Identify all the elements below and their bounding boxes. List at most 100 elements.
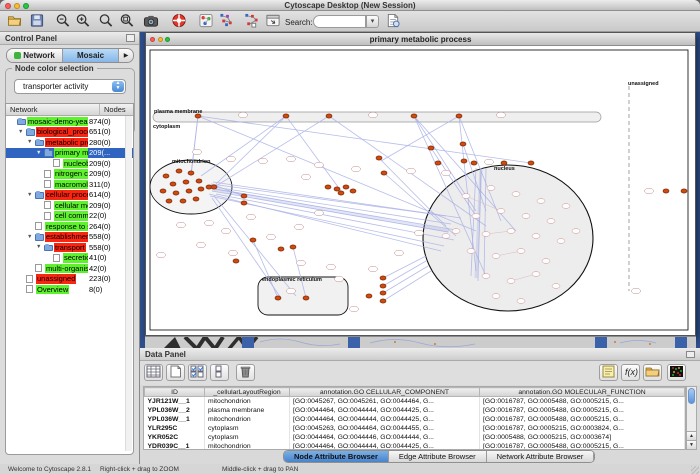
attribute-table[interactable]: ID_cellularLayoutRegionannotation.GO CEL… [143, 386, 686, 450]
table-row[interactable]: YKR052Ccytoplasm[GO:0044464, GO:0044446,… [145, 433, 685, 442]
delete-attribute-button[interactable] [236, 364, 255, 381]
search-input[interactable] [313, 15, 366, 28]
table-cell: plasma membrane [205, 406, 290, 415]
layout-nodes-button[interactable] [218, 13, 236, 30]
folder-icon [35, 192, 44, 199]
tab-network[interactable]: Network [7, 49, 63, 62]
background-windows-strip[interactable] [145, 336, 696, 348]
region-label-cytoplasm: cytoplasm [153, 124, 180, 130]
tree-header[interactable]: Network Nodes [6, 104, 133, 116]
snapshot-button[interactable] [142, 13, 160, 30]
network-window-title: primary metabolic process [146, 35, 695, 44]
expander-icon[interactable]: ▼ [36, 148, 41, 158]
formula-button[interactable]: f(x) [621, 364, 640, 381]
hide-attributes-button[interactable] [210, 364, 229, 381]
data-panel: Data Panel f(x) ID_cellularLayoutRegiona… [140, 348, 700, 464]
tree-scrollbar[interactable] [125, 116, 132, 451]
float-panel-icon[interactable] [686, 351, 695, 358]
scroll-down-icon[interactable]: ▼ [687, 440, 696, 449]
tree-row[interactable]: ▼biological_process651(0) [6, 127, 133, 138]
table-row[interactable]: YDR039C__1mitochondrion[GO:0044464, GO:0… [145, 442, 685, 451]
tree-row[interactable]: mosaic-demo-yeast874(0) [6, 116, 133, 127]
tree-node-label: primary metabo [54, 148, 88, 158]
tree-row[interactable]: multi-organism pro42(0) [6, 263, 133, 274]
tree-row[interactable]: ▼primary metabo209(... [6, 148, 133, 159]
tree-row[interactable]: ▼transport558(0) [6, 242, 133, 253]
window-titlebar[interactable]: Cytoscape Desktop (New Session) [0, 0, 700, 11]
network-canvas[interactable] [146, 46, 695, 335]
tab-mosaic[interactable]: Mosaic [63, 49, 119, 62]
table-cell: cytoplasm [205, 433, 290, 442]
zoom-fit-button[interactable] [118, 13, 136, 30]
matrix-view-button[interactable] [667, 364, 686, 381]
help-button[interactable] [170, 13, 188, 30]
expander-icon[interactable]: ▼ [27, 232, 32, 242]
tree-row[interactable]: nucleobase-209(0) [6, 158, 133, 169]
float-panel-icon[interactable] [126, 34, 135, 42]
vizmapper-button[interactable] [197, 13, 215, 30]
tab-network-attribute-browser[interactable]: Network Attribute Browser [487, 451, 595, 462]
annotation-notes-button[interactable] [599, 364, 618, 381]
import-table-button[interactable] [643, 364, 662, 381]
node-count: 280(0) [89, 138, 111, 148]
network-window-titlebar[interactable]: primary metabolic process [146, 33, 695, 46]
tree-row[interactable]: response to stimulu264(0) [6, 221, 133, 232]
tree-row[interactable]: nitrogen compo209(0) [6, 169, 133, 180]
table-row[interactable]: YJR121W__1mitochondrion[GO:0045267, GO:0… [145, 397, 685, 406]
import-attributes-button[interactable] [384, 13, 402, 30]
open-button[interactable] [6, 13, 24, 30]
tree-row[interactable]: ▼metabolic process280(0) [6, 137, 133, 148]
control-panel-header: Control Panel [0, 32, 139, 45]
zoom-in-button[interactable] [74, 13, 92, 30]
node-count: 651(0) [89, 127, 111, 137]
expander-icon[interactable]: ▼ [18, 127, 23, 137]
tree-row[interactable]: cell communicat22(0) [6, 211, 133, 222]
expander-icon[interactable]: ▼ [27, 190, 32, 200]
table-cell: YJR121W__1 [145, 397, 205, 406]
floating-panel-button[interactable] [264, 13, 282, 30]
tree-row[interactable]: ▼cellular process614(0) [6, 190, 133, 201]
scroll-up-icon[interactable]: ▲ [687, 431, 696, 440]
expander-icon[interactable]: ▼ [36, 242, 41, 252]
tree-row[interactable]: unassigned223(0) [6, 274, 133, 285]
cytoscape-window: Cytoscape Desktop (New Session) Search: … [0, 0, 700, 474]
column-header[interactable]: annotation.GO MOLECULAR_FUNCTION [480, 388, 685, 397]
tree-row[interactable]: Overview8(0) [6, 284, 133, 295]
document-icon [44, 212, 51, 220]
search-dropdown-icon[interactable]: ▾ [366, 15, 379, 28]
column-header[interactable]: ID [145, 388, 205, 397]
table-row[interactable]: YPL036W__1mitochondrion[GO:0044464, GO:0… [145, 415, 685, 424]
tab-edge-attribute-browser[interactable]: Edge Attribute Browser [389, 451, 487, 462]
tab-overflow-icon[interactable]: ▶ [119, 49, 133, 62]
select-attributes-button[interactable] [144, 364, 163, 381]
combo-stepper-icon[interactable]: ▲▼ [112, 81, 124, 92]
create-attribute-button[interactable] [166, 364, 185, 381]
column-header[interactable]: annotation.GO CELLULAR_COMPONENT [290, 388, 480, 397]
tree-node-label: secretion [63, 253, 88, 263]
document-icon [44, 201, 51, 209]
save-button[interactable] [28, 13, 46, 30]
expander-icon[interactable]: ▼ [27, 137, 32, 147]
node-count: 264(0) [89, 222, 111, 232]
tab-node-attribute-browser[interactable]: Node Attribute Browser [284, 451, 389, 462]
zoom-selected-button[interactable] [97, 13, 115, 30]
table-scrollbar[interactable]: ▲ ▼ [686, 386, 697, 450]
network-view-window[interactable]: primary metabolic process plasma membran… [145, 32, 696, 336]
tree-row[interactable]: ▼establishment of lo558(0) [6, 232, 133, 243]
zoom-out-button[interactable] [54, 13, 72, 30]
layout-edges-button[interactable] [242, 13, 260, 30]
node-color-dropdown[interactable]: transporter activity ▲▼ [14, 79, 126, 94]
table-row[interactable]: YPL036W__2plasma membrane[GO:0044464, GO… [145, 406, 685, 415]
tree-node-label: macromolecule [54, 180, 88, 190]
tree-row[interactable]: secretion41(0) [6, 253, 133, 264]
tree-row[interactable]: macromolecule311(0) [6, 179, 133, 190]
resize-grip[interactable] [691, 466, 699, 474]
scrollbar-thumb[interactable] [688, 388, 695, 404]
data-panel-toolbar: f(x) [140, 361, 700, 385]
table-row[interactable]: YLR295Ccytoplasm[GO:0045263, GO:0044464,… [145, 424, 685, 433]
table-cell: [GO:0044464, GO:0044444, GO:0044425, G..… [290, 415, 480, 424]
show-attributes-button[interactable] [188, 364, 207, 381]
network-tree: Network Nodes mosaic-demo-yeast874(0)▼bi… [5, 103, 134, 455]
column-header[interactable]: _cellularLayoutRegion [205, 388, 290, 397]
tree-row[interactable]: cellular metabo209(0) [6, 200, 133, 211]
